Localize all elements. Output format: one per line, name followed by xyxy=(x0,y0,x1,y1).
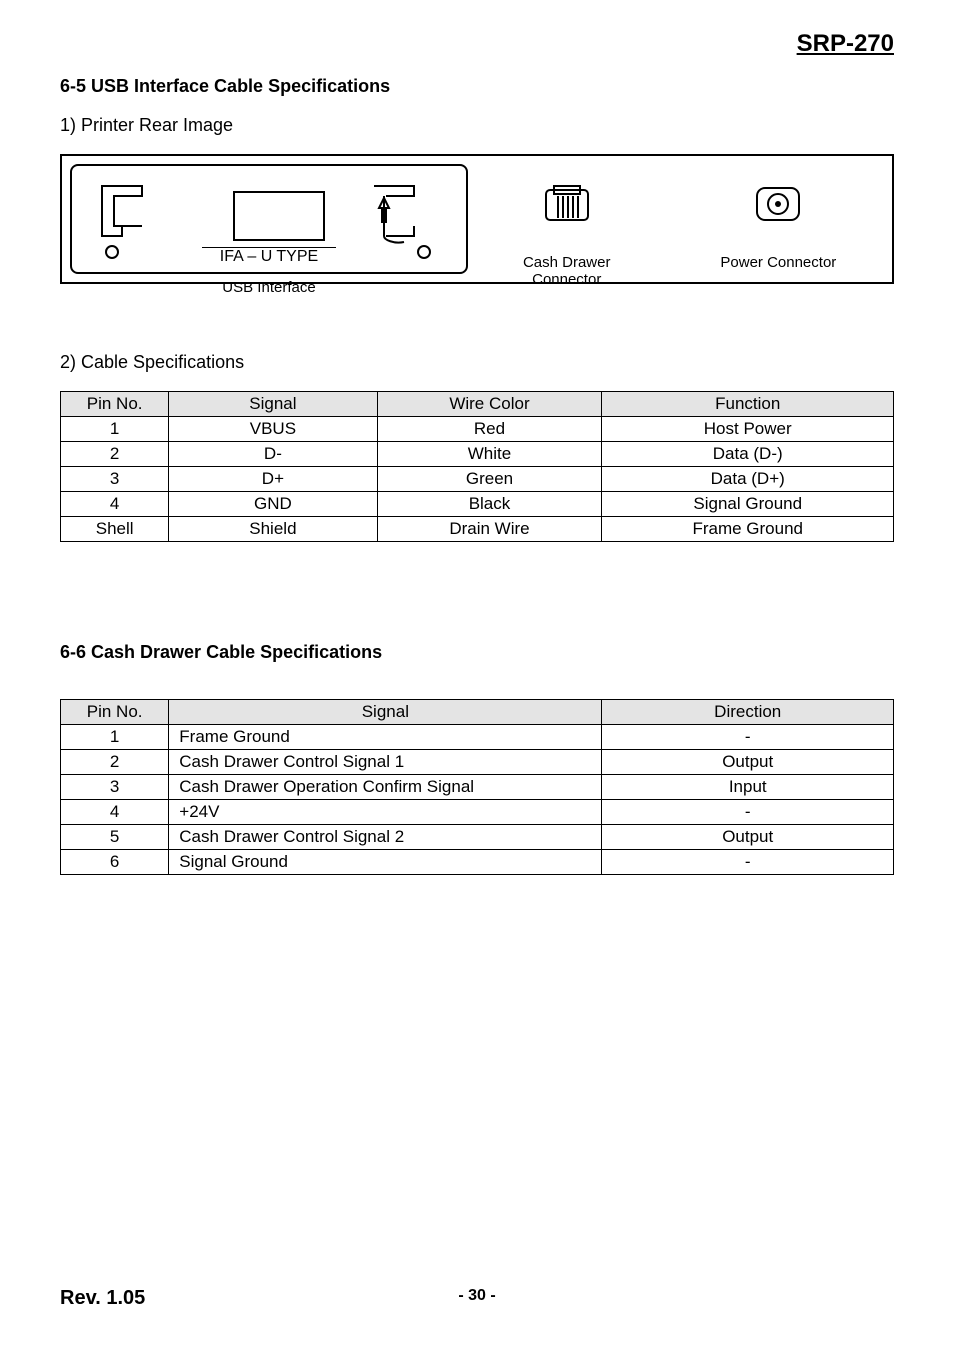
col2-pin-no: Pin No. xyxy=(61,700,169,725)
table-row: ShellShieldDrain WireFrame Ground xyxy=(61,517,894,542)
cash-drawer-label-2: Connector xyxy=(532,271,601,288)
cash-drawer-label-1: Cash Drawer xyxy=(523,254,611,271)
table-row: 1VBUSRedHost Power xyxy=(61,417,894,442)
power-connector-icon xyxy=(753,184,803,224)
col-signal: Signal xyxy=(169,392,377,417)
sub-2-label: 2) Cable Specifications xyxy=(60,352,894,373)
section-6-6-title: 6-6 Cash Drawer Cable Specifications xyxy=(60,642,894,663)
table-row: 3Cash Drawer Operation Confirm SignalInp… xyxy=(61,775,894,800)
col-pin-no: Pin No. xyxy=(61,392,169,417)
table-row: 4GNDBlackSignal Ground xyxy=(61,492,894,517)
table-row: 6Signal Ground- xyxy=(61,850,894,875)
table-header-row: Pin No. Signal Wire Color Function xyxy=(61,392,894,417)
power-connector-label: Power Connector xyxy=(720,254,836,271)
table-header-row: Pin No. Signal Direction xyxy=(61,700,894,725)
table-row: 4+24V- xyxy=(61,800,894,825)
usb-interface-panel: IFA – U TYPE USB Interface xyxy=(70,164,468,274)
col-wire-color: Wire Color xyxy=(377,392,602,417)
page-footer: Rev. 1.05 - 30 - xyxy=(60,1287,894,1310)
col2-signal: Signal xyxy=(169,700,602,725)
cable-specs-table: Pin No. Signal Wire Color Function 1VBUS… xyxy=(60,391,894,542)
table-row: 1Frame Ground- xyxy=(61,725,894,750)
table-row: 2Cash Drawer Control Signal 1Output xyxy=(61,750,894,775)
table-row: 3D+GreenData (D+) xyxy=(61,467,894,492)
ifa-type-label: IFA – U TYPE xyxy=(202,247,336,266)
usb-interface-label: USB Interface xyxy=(72,279,466,296)
cash-drawer-specs-table: Pin No. Signal Direction 1Frame Ground- … xyxy=(60,699,894,875)
rj-connector-icon xyxy=(544,184,590,224)
revision-label: Rev. 1.05 xyxy=(60,1287,145,1310)
power-connector-block: Power Connector xyxy=(720,184,836,271)
model-header: SRP-270 xyxy=(60,30,894,58)
cash-drawer-connector-block: Cash Drawer Connector xyxy=(523,184,611,288)
sub-1-label: 1) Printer Rear Image xyxy=(60,115,894,136)
section-6-5-title: 6-5 USB Interface Cable Specifications xyxy=(60,76,894,97)
rear-image-diagram: IFA – U TYPE USB Interface Cash Drawer C… xyxy=(60,154,894,284)
table-row: 2D-WhiteData (D-) xyxy=(61,442,894,467)
table-row: 5Cash Drawer Control Signal 2Output xyxy=(61,825,894,850)
page-number: - 30 - xyxy=(458,1287,495,1305)
col2-direction: Direction xyxy=(602,700,894,725)
col-function: Function xyxy=(602,392,894,417)
